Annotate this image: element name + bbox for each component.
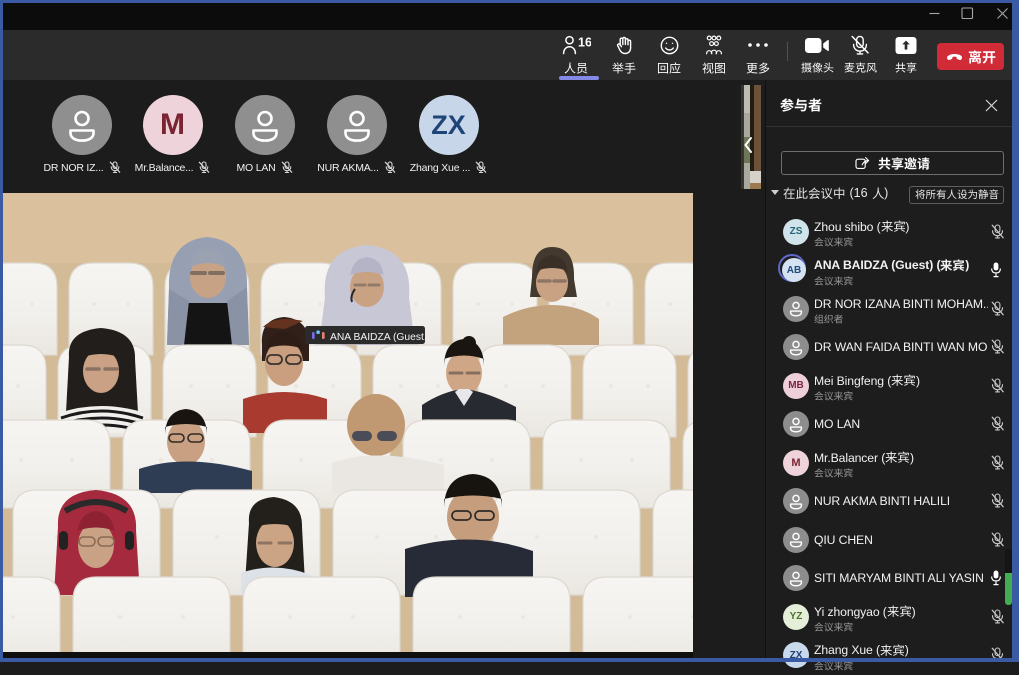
svg-text:16: 16	[578, 36, 591, 50]
svg-text:ANA BAIDZA (Guest...: ANA BAIDZA (Guest...	[330, 332, 432, 343]
